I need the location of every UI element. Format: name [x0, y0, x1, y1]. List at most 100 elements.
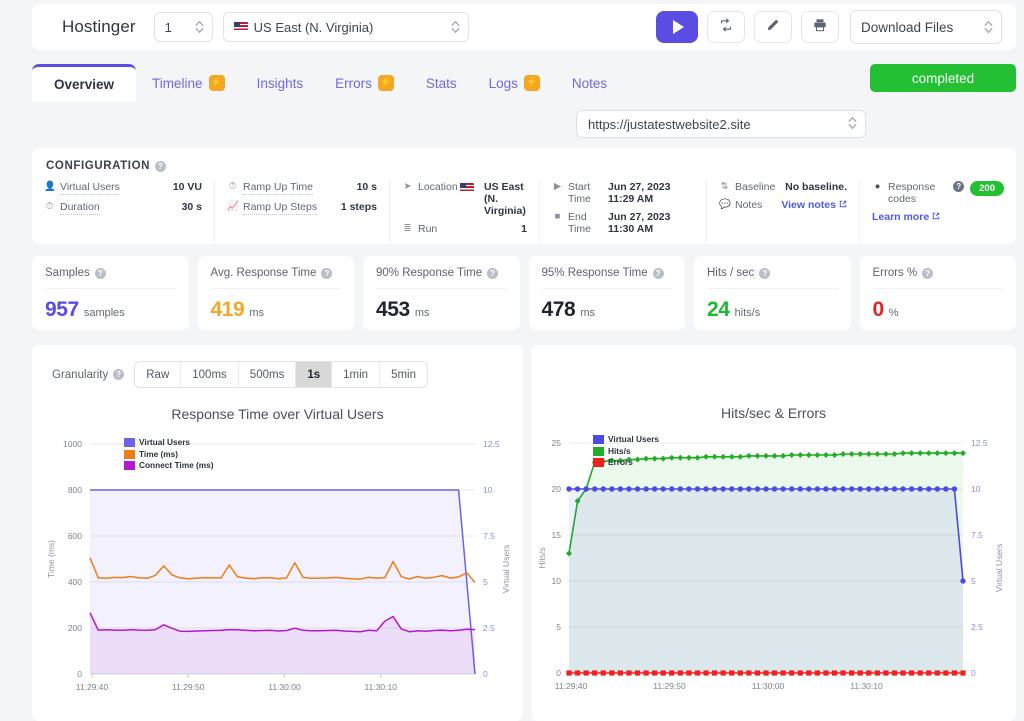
- granularity-control: Granularity ? Raw 100ms 500ms 1s 1min 5m…: [32, 345, 523, 388]
- play-icon: [673, 20, 684, 34]
- legend-item[interactable]: Errors: [593, 457, 659, 469]
- tab-insights[interactable]: Insights: [241, 64, 320, 102]
- svg-text:11:29:40: 11:29:40: [555, 681, 588, 691]
- stat-value: 478: [541, 298, 576, 321]
- chart-svg-response-time: 0 0 200 2.5 400 5 600 7.5 800 10 1000 12.5 11:29:40 1…: [46, 439, 511, 692]
- configuration-title: CONFIGURATION ?: [32, 160, 1016, 172]
- svg-text:10: 10: [483, 485, 493, 495]
- us-flag-icon: [233, 22, 248, 32]
- url-select[interactable]: https://justatestwebsite2.site: [576, 110, 866, 138]
- config-value: US East (N. Virginia): [484, 181, 526, 217]
- chart-title-response-time: Response Time over Virtual Users: [171, 406, 384, 422]
- config-column-rampup: ⏱ Ramp Up Time 10 s 📈 Ramp Up Steps 1 st…: [215, 181, 390, 243]
- stat-title: 90% Response Time: [376, 267, 483, 279]
- chart-response-time[interactable]: 0 0 200 2.5 400 5 600 7.5 800 10 1000 12.5 11:29:40 1…: [32, 422, 523, 717]
- stat-title: Samples: [45, 267, 90, 279]
- config-value: 1 steps: [340, 201, 377, 213]
- granularity-option-1min[interactable]: 1min: [332, 362, 381, 387]
- legend-label: Connect Time (ms): [139, 460, 214, 470]
- config-value: Jun 27, 2023 11:30 AM: [608, 211, 671, 235]
- chart-hits-errors[interactable]: 0 0 5 2.5 10 5 15 7.5 20 10 25 12.5 11:29:40 11:29:50…: [531, 421, 1016, 716]
- print-button[interactable]: [801, 11, 839, 43]
- stat-value-row: 957 samples: [45, 289, 176, 322]
- tab-timeline[interactable]: Timeline ⚡: [136, 64, 241, 102]
- help-icon[interactable]: ?: [155, 160, 167, 172]
- legend-item[interactable]: Virtual Users: [593, 434, 659, 446]
- run-count-select[interactable]: 1: [153, 12, 213, 42]
- download-files-select[interactable]: Download Files: [850, 10, 1002, 44]
- granularity-option-100ms[interactable]: 100ms: [181, 362, 239, 387]
- tab-label: Insights: [256, 75, 304, 91]
- tab-label: Logs: [488, 75, 518, 91]
- stat-value-row: 453 ms: [376, 289, 507, 322]
- run-count-value: 1: [164, 19, 172, 35]
- edit-button[interactable]: [754, 11, 792, 43]
- run-test-button[interactable]: [656, 11, 698, 43]
- granularity-option-raw[interactable]: Raw: [135, 362, 182, 387]
- help-icon[interactable]: ?: [487, 267, 499, 279]
- granularity-option-1s[interactable]: 1s: [296, 362, 333, 387]
- stat-card-errors-percent: Errors %? 0%: [859, 256, 1016, 330]
- help-icon[interactable]: ?: [321, 267, 333, 279]
- lightning-bolt-icon: ⚡: [377, 75, 394, 91]
- tab-errors[interactable]: Errors ⚡: [319, 64, 410, 102]
- learn-more-link[interactable]: Learn more: [872, 211, 929, 223]
- legend-item[interactable]: Time (ms): [124, 449, 214, 461]
- legend-item[interactable]: Virtual Users: [124, 437, 214, 449]
- rerun-button[interactable]: [707, 11, 745, 43]
- config-row-notes: 💬 Notes View notes: [719, 199, 847, 211]
- svg-text:Virtual Users: Virtual Users: [501, 545, 511, 594]
- legend-swatch: [593, 458, 604, 468]
- help-icon[interactable]: ?: [953, 181, 965, 192]
- clock-icon: ⏱: [228, 181, 237, 192]
- response-code-badge: 200: [970, 181, 1004, 196]
- svg-text:15: 15: [552, 530, 562, 540]
- svg-text:11:29:50: 11:29:50: [653, 681, 686, 691]
- legend-label: Virtual Users: [608, 434, 660, 444]
- location-select[interactable]: US East (N. Virginia): [222, 12, 469, 42]
- config-value: No baseline.: [785, 181, 847, 193]
- svg-text:0: 0: [77, 669, 82, 679]
- chart-line-icon: 📈: [227, 201, 239, 212]
- config-value: Jun 27, 2023 11:29 AM: [608, 181, 671, 205]
- granularity-option-5min[interactable]: 5min: [380, 362, 427, 387]
- svg-text:11:29:40: 11:29:40: [76, 682, 109, 692]
- help-icon[interactable]: ?: [94, 267, 106, 279]
- pencil-icon: [766, 18, 780, 37]
- config-value: 1: [521, 223, 527, 235]
- legend-item[interactable]: Connect Time (ms): [124, 460, 214, 472]
- stat-value: 453: [376, 298, 410, 321]
- stat-unit: ms: [249, 307, 265, 319]
- help-icon[interactable]: ?: [113, 369, 125, 380]
- config-column-location: ➤ Location US East (N. Virginia) ≣ Run 1: [390, 181, 540, 243]
- tab-label: Stats: [425, 75, 457, 91]
- stat-title-row: 95% Response Time?: [541, 267, 672, 289]
- tab-overview[interactable]: Overview: [32, 64, 137, 102]
- play-icon: ▶: [553, 181, 562, 192]
- svg-text:1000: 1000: [63, 439, 82, 449]
- help-icon[interactable]: ?: [652, 267, 664, 279]
- tab-notes[interactable]: Notes: [556, 64, 623, 102]
- stat-card-90-response-time: 90% Response Time? 453 ms: [363, 256, 520, 330]
- legend-item[interactable]: Hits/s: [593, 446, 659, 458]
- printer-icon: [813, 18, 827, 37]
- tab-stats[interactable]: Stats: [410, 64, 473, 102]
- help-icon[interactable]: ?: [759, 267, 771, 279]
- stat-title-row: Hits / sec?: [707, 267, 838, 289]
- svg-text:10: 10: [971, 484, 981, 494]
- svg-text:11:30:10: 11:30:10: [850, 681, 883, 691]
- app-root: Hostinger 1 US East (N. Virginia) Downlo…: [0, 0, 1024, 721]
- help-icon[interactable]: ?: [922, 267, 934, 279]
- config-label: Duration: [60, 201, 100, 215]
- legend-swatch: [124, 438, 135, 448]
- download-files-label: Download Files: [861, 19, 954, 35]
- view-notes-link[interactable]: View notes: [781, 199, 836, 211]
- svg-text:2.5: 2.5: [971, 622, 983, 632]
- tab-logs[interactable]: Logs ⚡: [473, 64, 556, 102]
- us-flag-icon: [460, 183, 474, 193]
- granularity-option-500ms[interactable]: 500ms: [239, 362, 297, 387]
- chart-title-hits-errors: Hits/sec & Errors: [720, 405, 826, 421]
- stat-title-row: 90% Response Time?: [376, 267, 507, 289]
- config-label: Ramp Up Time: [243, 181, 314, 195]
- stat-unit: samples: [83, 307, 125, 319]
